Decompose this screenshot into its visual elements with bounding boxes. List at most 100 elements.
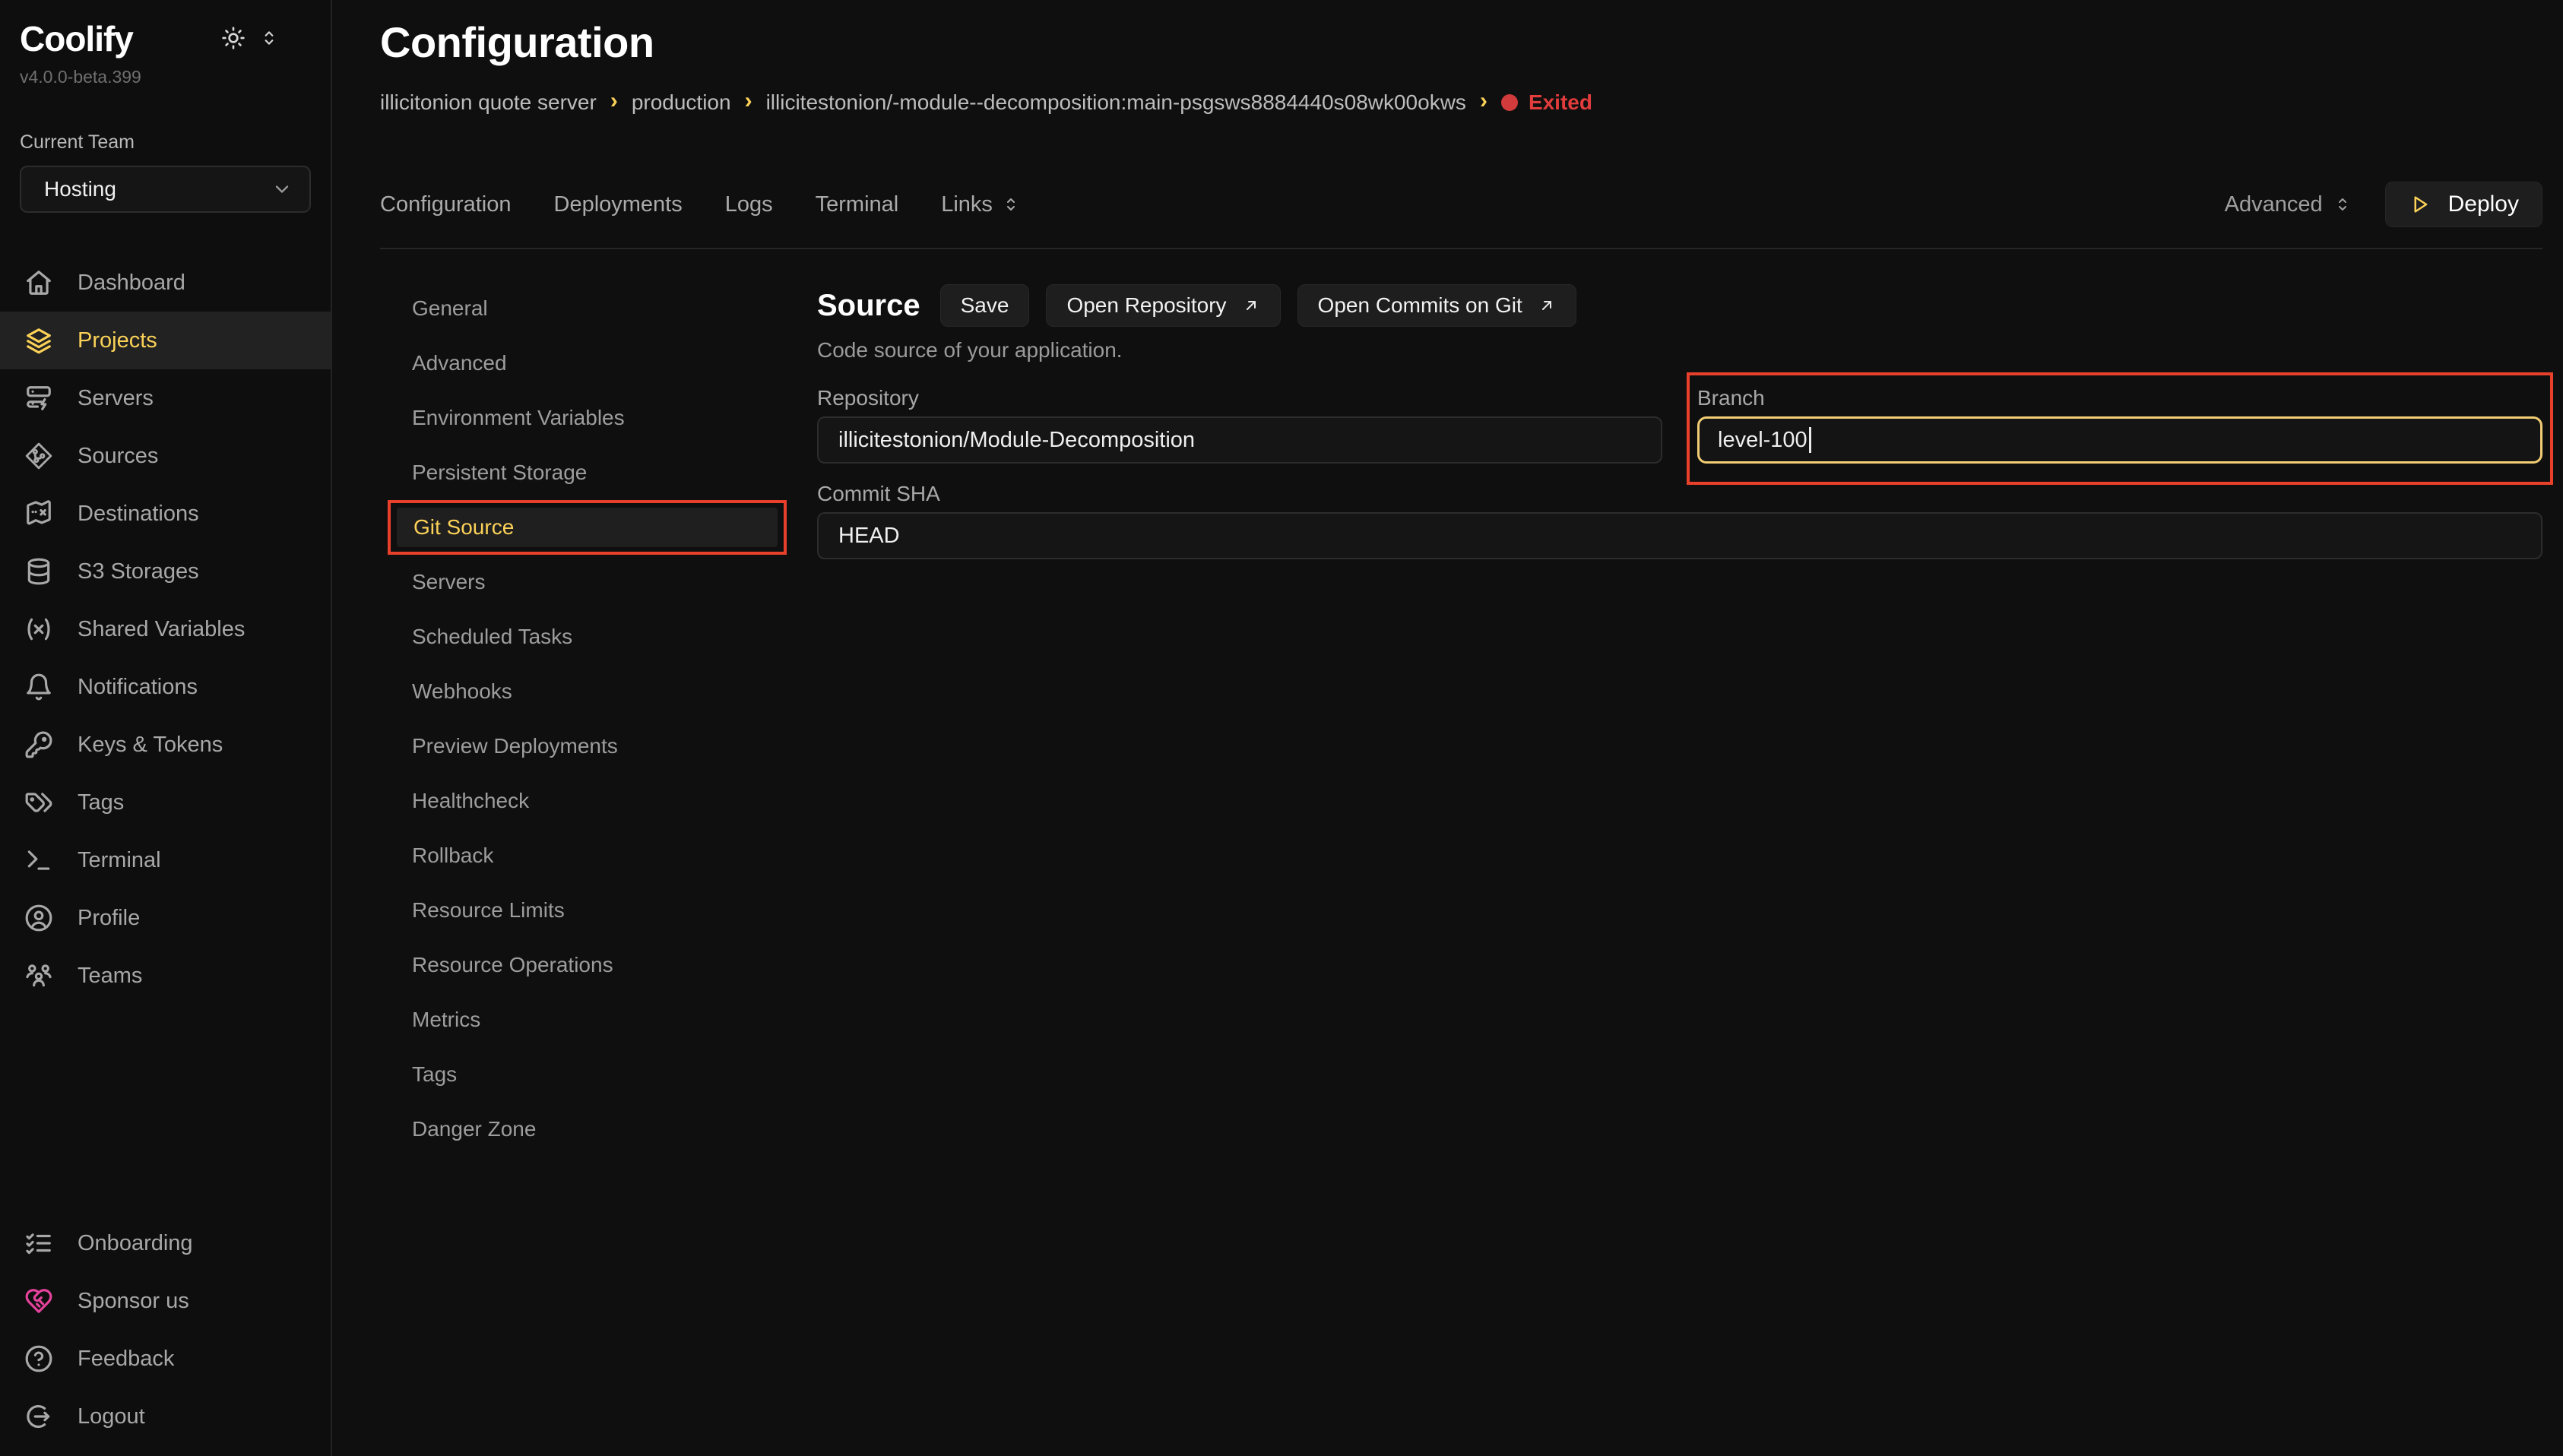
subnav-item-general[interactable]: General [395,281,787,336]
main-content: Configuration illicitonion quote server … [332,0,2563,1456]
tab-deployments[interactable]: Deployments [554,192,683,217]
page-title: Configuration [380,18,2542,67]
theme-sun-icon[interactable] [221,26,246,50]
team-select[interactable]: Hosting [20,166,311,213]
subnav-item-advanced[interactable]: Advanced [395,336,787,391]
breadcrumb-environment[interactable]: production [632,90,731,116]
variable-icon [24,615,53,644]
subnav-item-preview-deployments[interactable]: Preview Deployments [395,719,787,774]
subnav-item-metrics[interactable]: Metrics [395,992,787,1047]
sidebar-item-dashboard[interactable]: Dashboard [0,254,331,312]
sidebar-item-label: Onboarding [78,1231,193,1256]
save-button[interactable]: Save [940,284,1030,327]
sidebar-item-label: Shared Variables [78,617,245,642]
sidebar-item-feedback[interactable]: Feedback [0,1330,331,1388]
tabs-row: Configuration Deployments Logs Terminal … [380,188,2542,249]
sidebar-item-keys-tokens[interactable]: Keys & Tokens [0,716,331,774]
chevron-right-icon: › [1480,88,1487,114]
sidebar-item-onboarding[interactable]: Onboarding [0,1214,331,1272]
chevron-right-icon: › [610,88,618,114]
layers-icon [24,326,53,355]
subnav-item-scheduled-tasks[interactable]: Scheduled Tasks [395,609,787,664]
sidebar-item-label: Projects [78,328,157,353]
users-icon [24,961,53,990]
subnav-item-servers[interactable]: Servers [395,555,787,609]
subnav-item-resource-limits[interactable]: Resource Limits [395,883,787,938]
text-caret [1809,427,1811,453]
key-icon [24,730,53,759]
sidebar-item-label: Sources [78,444,158,469]
commit-sha-label: Commit SHA [817,480,2542,508]
sidebar-item-terminal[interactable]: Terminal [0,831,331,889]
branch-input[interactable]: level-100 [1697,416,2542,464]
terminal-icon [24,846,53,875]
sidebar-item-tags[interactable]: Tags [0,774,331,831]
status-text: Exited [1529,90,1592,116]
sidebar-item-sources[interactable]: Sources [0,427,331,485]
sidebar-item-label: Notifications [78,675,198,700]
chevron-down-icon [271,179,293,200]
sidebar-item-profile[interactable]: Profile [0,889,331,947]
breadcrumb-application[interactable]: illicitestonion/-module--decomposition:m… [766,90,1466,116]
repository-input[interactable] [817,416,1662,464]
git-source-annotation-box: Git Source [388,500,787,555]
bell-icon [24,673,53,701]
tab-configuration[interactable]: Configuration [380,192,512,217]
repository-field: Repository [817,385,1662,464]
status-dot-icon [1501,94,1518,111]
advanced-menu[interactable]: Advanced [2225,192,2352,217]
sidebar-item-sponsor[interactable]: Sponsor us [0,1272,331,1330]
sidebar-item-label: Feedback [78,1347,174,1372]
git-source-form: Source Save Open Repository Open Commits… [817,281,2542,1157]
sidebar-item-label: Servers [78,386,154,411]
subnav-item-environment-variables[interactable]: Environment Variables [395,391,787,445]
sidebar-item-logout[interactable]: Logout [0,1388,331,1445]
open-repository-button[interactable]: Open Repository [1046,284,1280,327]
theme-chevrons-icon[interactable] [259,28,279,48]
sidebar-item-label: Profile [78,906,140,931]
sidebar-item-label: S3 Storages [78,559,199,584]
breadcrumb-project[interactable]: illicitonion quote server [380,90,597,116]
sidebar-item-notifications[interactable]: Notifications [0,658,331,716]
tab-links[interactable]: Links [941,192,1020,217]
sidebar-item-label: Teams [78,964,142,989]
subnav-item-git-source[interactable]: Git Source [397,508,778,547]
branch-label: Branch [1697,385,2542,412]
sidebar: Coolify v4.0.0-beta.399 Current Team Hos… [0,0,332,1456]
home-icon [24,268,53,297]
app-logo: Coolify [20,18,133,59]
subnav-item-resource-operations[interactable]: Resource Operations [395,938,787,992]
section-description: Code source of your application. [817,336,2542,365]
app-version: v4.0.0-beta.399 [20,67,311,87]
sidebar-item-label: Sponsor us [78,1289,189,1314]
subnav-item-danger-zone[interactable]: Danger Zone [395,1102,787,1157]
sidebar-item-s3-storages[interactable]: S3 Storages [0,543,331,600]
subnav-item-persistent-storage[interactable]: Persistent Storage [395,445,787,500]
deploy-button[interactable]: Deploy [2385,182,2542,227]
sidebar-item-label: Dashboard [78,271,185,296]
sidebar-nav: Dashboard Projects Servers Sources Desti… [0,254,331,1005]
tab-logs[interactable]: Logs [725,192,773,217]
subnav-item-healthcheck[interactable]: Healthcheck [395,774,787,828]
sidebar-item-projects[interactable]: Projects [0,312,331,369]
open-commits-button[interactable]: Open Commits on Git [1297,284,1576,327]
sidebar-item-label: Logout [78,1404,145,1429]
tab-terminal[interactable]: Terminal [816,192,899,217]
external-link-icon [1242,296,1260,315]
subnav-item-rollback[interactable]: Rollback [395,828,787,883]
server-icon [24,384,53,413]
sidebar-item-shared-variables[interactable]: Shared Variables [0,600,331,658]
sidebar-item-destinations[interactable]: Destinations [0,485,331,543]
commit-sha-input[interactable] [817,512,2542,559]
tags-icon [24,788,53,817]
subnav-item-tags[interactable]: Tags [395,1047,787,1102]
logout-icon [24,1402,53,1431]
commit-sha-field: Commit SHA [817,480,2542,559]
subnav-item-webhooks[interactable]: Webhooks [395,664,787,719]
sidebar-item-servers[interactable]: Servers [0,369,331,427]
chevrons-up-down-icon [1002,195,1020,214]
chevrons-up-down-icon [2333,195,2352,214]
sidebar-footer: Onboarding Sponsor us Feedback Logout [0,1214,331,1445]
sidebar-item-teams[interactable]: Teams [0,947,331,1005]
current-team-label: Current Team [0,131,331,154]
